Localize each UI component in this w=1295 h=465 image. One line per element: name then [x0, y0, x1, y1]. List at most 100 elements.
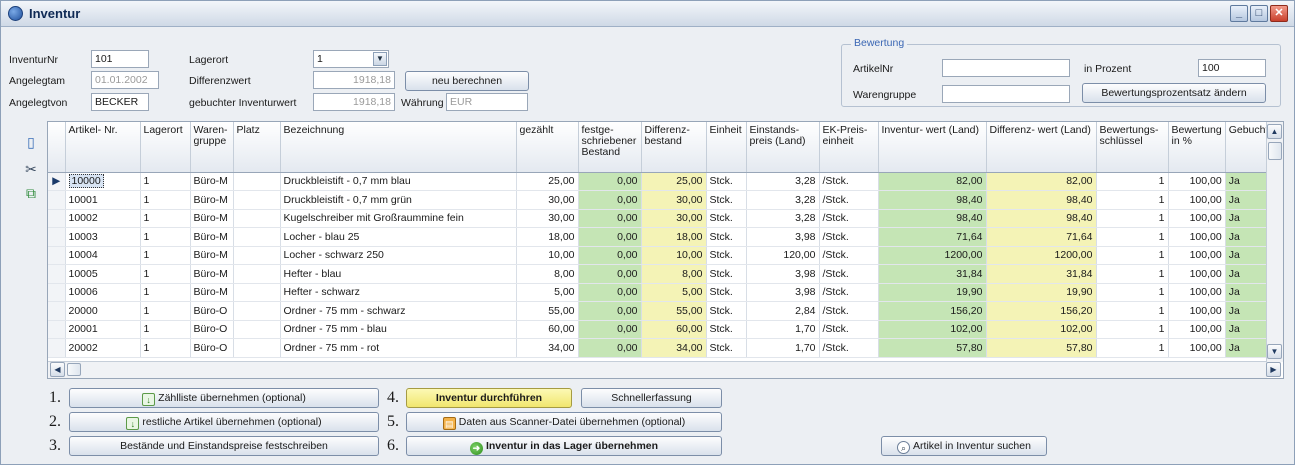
- column-header[interactable]: Inventur- wert (Land): [878, 122, 987, 173]
- in-prozent-field[interactable]: 100: [1198, 59, 1266, 77]
- cell-bez[interactable]: Druckbleistift - 0,7 mm blau: [280, 172, 517, 191]
- cell-einheit[interactable]: Stck.: [706, 320, 747, 339]
- cell-artnr[interactable]: 10003: [65, 227, 141, 247]
- cell-fest[interactable]: 0,00: [578, 227, 642, 247]
- cell-artnr[interactable]: 20002: [65, 338, 141, 358]
- cell-artnr[interactable]: 10002: [65, 209, 141, 228]
- cell-lager[interactable]: 1: [140, 209, 191, 228]
- cell-bschl[interactable]: 1: [1096, 338, 1169, 358]
- cell-ekpreis[interactable]: 1,70: [746, 338, 820, 358]
- cell-invwert[interactable]: 102,00: [878, 320, 987, 339]
- cell-gebucht[interactable]: Ja: [1225, 283, 1273, 302]
- cell-fest[interactable]: 0,00: [578, 301, 642, 321]
- cell-fest[interactable]: 0,00: [578, 264, 642, 284]
- cell-fest[interactable]: 0,00: [578, 320, 642, 339]
- cell-bproz[interactable]: 100,00: [1168, 320, 1226, 339]
- cell-gebucht[interactable]: Ja: [1225, 190, 1273, 210]
- cell-ekeinheit[interactable]: /Stck.: [819, 209, 879, 228]
- cell-platz[interactable]: [233, 172, 281, 191]
- cell-gebucht[interactable]: Ja: [1225, 301, 1273, 321]
- cell-invwert[interactable]: 98,40: [878, 190, 987, 210]
- cell-ekeinheit[interactable]: /Stck.: [819, 338, 879, 358]
- cell-diffb[interactable]: 34,00: [641, 338, 707, 358]
- cell-gezaehlt[interactable]: 10,00: [516, 246, 579, 265]
- new-document-icon[interactable]: ▯: [23, 134, 39, 150]
- row-indicator[interactable]: [48, 301, 66, 321]
- maximize-button[interactable]: □: [1250, 5, 1268, 22]
- artikelnr-field[interactable]: [942, 59, 1070, 77]
- column-header[interactable]: Bewertungs- schlüssel: [1096, 122, 1169, 173]
- cell-fest[interactable]: 0,00: [578, 190, 642, 210]
- column-header[interactable]: EK-Preis- einheit: [819, 122, 879, 173]
- cell-gebucht[interactable]: Ja: [1225, 172, 1273, 191]
- cell-diffwert[interactable]: 71,64: [986, 227, 1097, 247]
- cell-artnr[interactable]: 10001: [65, 190, 141, 210]
- angelegtvon-field[interactable]: BECKER: [91, 93, 149, 111]
- cell-invwert[interactable]: 98,40: [878, 209, 987, 228]
- cell-wg[interactable]: Büro-O: [190, 320, 234, 339]
- cell-invwert[interactable]: 156,20: [878, 301, 987, 321]
- cell-lager[interactable]: 1: [140, 283, 191, 302]
- bewertungsprozentsatz-aendern-button[interactable]: Bewertungsprozentsatz ändern: [1082, 83, 1266, 103]
- angelegtam-field[interactable]: 01.01.2002: [91, 71, 159, 89]
- cell-bproz[interactable]: 100,00: [1168, 227, 1226, 247]
- row-indicator[interactable]: [48, 190, 66, 210]
- cell-platz[interactable]: [233, 283, 281, 302]
- scroll-left-icon[interactable]: ◀: [50, 362, 65, 377]
- column-header[interactable]: Einheit: [706, 122, 747, 173]
- restliche-artikel-button[interactable]: ↓ restliche Artikel übernehmen (optional): [69, 412, 379, 432]
- cell-einheit[interactable]: Stck.: [706, 190, 747, 210]
- cell-bschl[interactable]: 1: [1096, 320, 1169, 339]
- column-header[interactable]: Differenz- wert (Land): [986, 122, 1097, 173]
- zaehlliste-uebernehmen-button[interactable]: ↓ Zählliste übernehmen (optional): [69, 388, 379, 408]
- cell-einheit[interactable]: Stck.: [706, 227, 747, 247]
- scroll-right-icon[interactable]: ▶: [1266, 362, 1281, 377]
- cell-wg[interactable]: Büro-O: [190, 301, 234, 321]
- column-header[interactable]: Bezeichnung: [280, 122, 517, 173]
- cell-diffb[interactable]: 8,00: [641, 264, 707, 284]
- cell-diffwert[interactable]: 82,00: [986, 172, 1097, 191]
- cell-bschl[interactable]: 1: [1096, 264, 1169, 284]
- cell-gezaehlt[interactable]: 30,00: [516, 209, 579, 228]
- cell-einheit[interactable]: Stck.: [706, 209, 747, 228]
- minimize-button[interactable]: _: [1230, 5, 1248, 22]
- cell-gezaehlt[interactable]: 5,00: [516, 283, 579, 302]
- cell-artnr[interactable]: 10005: [65, 264, 141, 284]
- cell-lager[interactable]: 1: [140, 301, 191, 321]
- cell-diffwert[interactable]: 57,80: [986, 338, 1097, 358]
- cell-wg[interactable]: Büro-M: [190, 209, 234, 228]
- column-header[interactable]: Differenz- bestand: [641, 122, 707, 173]
- cell-einheit[interactable]: Stck.: [706, 301, 747, 321]
- table-row[interactable]: 20002 1 Büro-O Ordner - 75 mm - rot 34,00 0,0…: [48, 338, 1273, 358]
- cell-ekeinheit[interactable]: /Stck.: [819, 320, 879, 339]
- table-row[interactable]: 10005 1 Büro-M Hefter - blau 8,00 0,00 8,00 Stc…: [48, 264, 1273, 284]
- cell-gebucht[interactable]: Ja: [1225, 227, 1273, 247]
- table-row[interactable]: 20000 1 Büro-O Ordner - 75 mm - schwarz 55,0…: [48, 301, 1273, 321]
- cell-invwert[interactable]: 82,00: [878, 172, 987, 191]
- table-row[interactable]: 10003 1 Büro-M Locher - blau 25 18,00 0,00 18,…: [48, 227, 1273, 247]
- table-row[interactable]: 10006 1 Büro-M Hefter - schwarz 5,00 0,00 5,00…: [48, 283, 1273, 302]
- cell-fest[interactable]: 0,00: [578, 209, 642, 228]
- vertical-scroll-thumb[interactable]: [1268, 142, 1282, 160]
- row-indicator[interactable]: [48, 264, 66, 284]
- cell-diffb[interactable]: 30,00: [641, 209, 707, 228]
- cell-wg[interactable]: Büro-O: [190, 338, 234, 358]
- column-header[interactable]: Waren- gruppe: [190, 122, 234, 173]
- cell-fest[interactable]: 0,00: [578, 172, 642, 191]
- cell-bschl[interactable]: 1: [1096, 246, 1169, 265]
- waehrung-field[interactable]: EUR: [446, 93, 528, 111]
- table-row[interactable]: 10001 1 Büro-M Druckbleistift - 0,7 mm grün…: [48, 190, 1273, 210]
- inventur-durchfuehren-button[interactable]: Inventur durchführen: [406, 388, 572, 408]
- table-row[interactable]: 20001 1 Büro-O Ordner - 75 mm - blau 60,00 0,…: [48, 320, 1273, 339]
- cell-lager[interactable]: 1: [140, 172, 191, 191]
- scroll-up-icon[interactable]: ▲: [1267, 124, 1282, 139]
- cell-diffb[interactable]: 30,00: [641, 190, 707, 210]
- cell-ekeinheit[interactable]: /Stck.: [819, 283, 879, 302]
- lagerort-select[interactable]: 1 ▼: [313, 50, 389, 68]
- cell-ekpreis[interactable]: 3,98: [746, 227, 820, 247]
- warengruppe-field[interactable]: [942, 85, 1070, 103]
- cell-lager[interactable]: 1: [140, 264, 191, 284]
- cell-wg[interactable]: Büro-M: [190, 227, 234, 247]
- cell-bproz[interactable]: 100,00: [1168, 209, 1226, 228]
- cell-ekpreis[interactable]: 3,28: [746, 172, 820, 191]
